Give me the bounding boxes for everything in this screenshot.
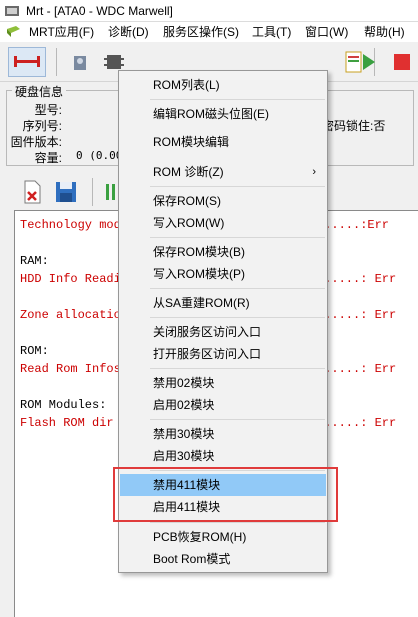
link-icon	[14, 56, 40, 67]
menu-item-disable-module-30[interactable]: 禁用30模块	[120, 423, 326, 445]
log-line: Flash ROM dir	[20, 416, 114, 430]
menu-item-label: 启用02模块	[153, 398, 215, 412]
menu-item-label: ROM 诊断(Z)	[153, 165, 224, 179]
log-line: ROM Modules:	[20, 398, 107, 412]
menu-item-label: 编辑ROM磁头位图(E)	[153, 107, 269, 121]
clear-log-button[interactable]	[16, 176, 48, 208]
log-line: HDD Info Readi	[20, 272, 121, 286]
firmware-label: 固件版本:	[10, 135, 62, 149]
window-title: Mrt - [ATA0 - WDC Marwell]	[26, 4, 173, 18]
menu-item-label: 写入ROM(W)	[153, 216, 225, 230]
menu-item-label: 从SA重建ROM(R)	[153, 296, 250, 310]
stop-icon	[394, 54, 410, 70]
menu-item-rom-list[interactable]: ROM列表(L)	[120, 74, 326, 96]
menu-item-save-rom-module[interactable]: 保存ROM模块(B)	[120, 241, 326, 263]
log-line: RAM:	[20, 254, 49, 268]
menu-item-label: 保存ROM(S)	[153, 194, 221, 208]
connect-button[interactable]	[8, 47, 46, 77]
menu-diagnose[interactable]: 诊断(D)	[108, 24, 149, 40]
save-icon	[56, 182, 76, 202]
log-error-status: ......: Err	[317, 362, 397, 376]
menu-item-label: 保存ROM模块(B)	[153, 245, 245, 259]
menu-item-label: 关闭服务区访问入口	[153, 325, 262, 339]
save-log-button[interactable]	[50, 176, 82, 208]
submenu-arrow-icon: ›	[312, 166, 316, 178]
menu-item-disable-module-02[interactable]: 禁用02模块	[120, 372, 326, 394]
drive-icon	[74, 56, 86, 70]
capacity-value: 0 (0.00	[76, 149, 123, 162]
menu-item-enable-module-02[interactable]: 启用02模块	[120, 394, 326, 416]
menu-item-save-rom[interactable]: 保存ROM(S)	[120, 190, 326, 212]
menu-window[interactable]: 窗口(W)	[305, 24, 348, 40]
menu-item-open-sa-access[interactable]: 打开服务区访问入口	[120, 343, 326, 365]
menu-item-label: 禁用02模块	[153, 376, 215, 390]
drive-info-title: 硬盘信息	[12, 83, 67, 100]
run-button[interactable]	[352, 46, 384, 78]
menu-item-enable-module-30[interactable]: 启用30模块	[120, 445, 326, 467]
log-line: Technology mod	[20, 218, 121, 232]
log-line: Zone allocatio	[20, 308, 121, 322]
play-icon	[363, 54, 375, 70]
menu-mrt-app[interactable]: MRT应用(F)	[29, 24, 94, 40]
model-label: 型号:	[34, 103, 62, 117]
menu-item-rebuild-rom-from-sa[interactable]: 从SA重建ROM(R)	[120, 292, 326, 314]
menu-item-close-sa-access[interactable]: 关闭服务区访问入口	[120, 321, 326, 343]
menu-item-write-rom[interactable]: 写入ROM(W)	[120, 212, 326, 234]
log-error-status: ......: Err	[317, 416, 397, 430]
menu-item-pcb-restore-rom[interactable]: PCB恢复ROM(H)	[120, 526, 326, 548]
tool-button-1[interactable]	[64, 46, 96, 78]
menu-item-label: 打开服务区访问入口	[153, 347, 262, 361]
password-lock-status: 密码锁住:否	[322, 119, 386, 133]
menu-bar: MRT应用(F) 诊断(D) 服务区操作(S) 工具(T) 窗口(W) 帮助(H…	[0, 22, 418, 42]
menu-item-label: 启用30模块	[153, 449, 215, 463]
delete-file-icon	[24, 180, 41, 204]
stop-button[interactable]	[386, 46, 418, 78]
menu-item-label: ROM列表(L)	[153, 78, 220, 92]
menu-service-area[interactable]: 服务区操作(S)	[163, 24, 239, 40]
annotation-highlight-box	[113, 467, 338, 522]
menu-item-rom-module-edit[interactable]: ROM模块编辑	[120, 131, 326, 153]
menu-item-edit-rom-head-map[interactable]: 编辑ROM磁头位图(E)	[120, 103, 326, 125]
menu-item-label: PCB恢复ROM(H)	[153, 530, 247, 544]
capacity-label: 容量:	[34, 151, 62, 165]
menu-item-label: ROM模块编辑	[153, 135, 229, 149]
menu-tools[interactable]: 工具(T)	[252, 24, 291, 40]
log-line: Read Rom Infos	[20, 362, 121, 376]
menu-item-boot-rom-mode[interactable]: Boot Rom模式	[120, 548, 326, 570]
log-line: ROM:	[20, 344, 49, 358]
app-icon	[5, 6, 19, 16]
menu-app-icon	[7, 26, 20, 37]
serial-label: 序列号:	[22, 119, 62, 133]
log-error-status: ......: Err	[317, 272, 397, 286]
menu-item-label: 写入ROM模块(P)	[153, 267, 245, 281]
menu-item-rom-diagnose[interactable]: ROM 诊断(Z) ›	[120, 161, 326, 183]
title-bar: Mrt - [ATA0 - WDC Marwell]	[0, 0, 418, 22]
menu-item-label: 禁用30模块	[153, 427, 215, 441]
menu-help[interactable]: 帮助(H)	[364, 24, 405, 40]
log-error-status: ......: Err	[317, 308, 397, 322]
menu-item-label: Boot Rom模式	[153, 552, 231, 566]
menu-item-write-rom-module[interactable]: 写入ROM模块(P)	[120, 263, 326, 285]
